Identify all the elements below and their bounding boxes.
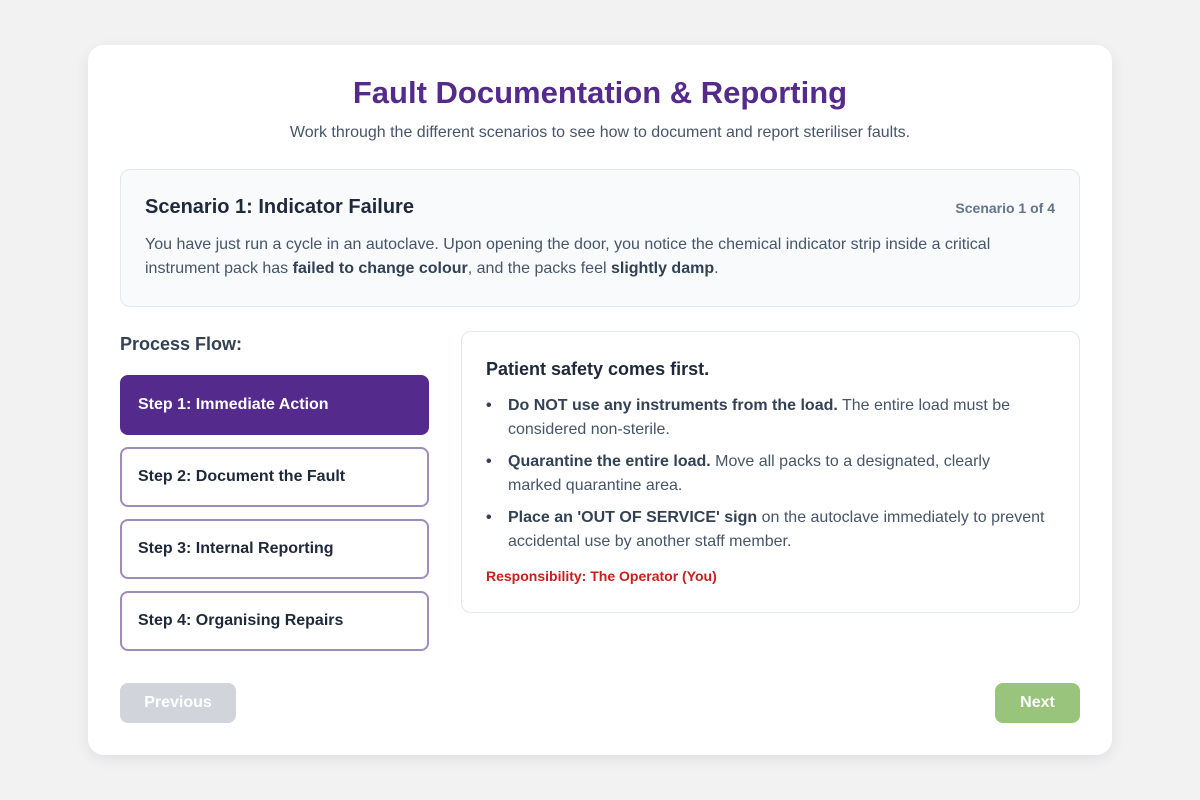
step-detail-panel: Patient safety comes first. Do NOT use a… — [461, 331, 1080, 613]
process-flow-heading: Process Flow: — [120, 334, 243, 354]
scenario-title: Scenario 1: Indicator Failure — [145, 196, 414, 218]
step-button-document-fault[interactable]: Step 2: Document the Fault — [120, 447, 429, 507]
step-button-organising-repairs[interactable]: Step 4: Organising Repairs — [120, 591, 429, 651]
step-label: Step 2: Document the Fault — [138, 468, 346, 485]
step-detail-heading: Patient safety comes first. — [486, 359, 710, 379]
step-detail-list: Do NOT use any instruments from the load… — [486, 394, 1046, 562]
list-item-emphasis: Place an 'OUT OF SERVICE' sign — [508, 509, 758, 526]
scenario-text-part: . — [714, 260, 719, 277]
list-item: Do NOT use any instruments from the load… — [486, 394, 1046, 442]
step-button-immediate-action[interactable]: Step 1: Immediate Action — [120, 375, 429, 435]
next-button[interactable]: Next — [995, 683, 1080, 723]
scenario-counter: Scenario 1 of 4 — [955, 200, 1055, 216]
list-item-emphasis: Quarantine the entire load. — [508, 453, 711, 470]
step-button-internal-reporting[interactable]: Step 3: Internal Reporting — [120, 519, 429, 579]
scenario-description: You have just run a cycle in an autoclav… — [145, 233, 1060, 281]
page-subtitle: Work through the different scenarios to … — [289, 124, 911, 141]
scenario-text-emphasis: failed to change colour — [292, 260, 468, 277]
scenario-card: Fault Documentation & Reporting Work thr… — [88, 45, 1112, 755]
list-item: Place an 'OUT OF SERVICE' sign on the au… — [486, 506, 1046, 554]
page-title: Fault Documentation & Reporting — [352, 75, 848, 110]
responsibility-note: Responsibility: The Operator (You) — [486, 568, 717, 584]
scenario-text-emphasis: slightly damp — [610, 260, 715, 277]
previous-button[interactable]: Previous — [120, 683, 236, 723]
scenario-text-part: , and the packs feel — [467, 260, 611, 277]
step-label: Step 1: Immediate Action — [138, 396, 329, 413]
list-item-emphasis: Do NOT use any instruments from the load… — [508, 397, 838, 414]
list-item: Quarantine the entire load. Move all pac… — [486, 450, 1046, 498]
step-label: Step 4: Organising Repairs — [138, 612, 344, 629]
scenario-panel: Scenario 1: Indicator Failure Scenario 1… — [120, 169, 1080, 307]
step-label: Step 3: Internal Reporting — [138, 540, 334, 557]
